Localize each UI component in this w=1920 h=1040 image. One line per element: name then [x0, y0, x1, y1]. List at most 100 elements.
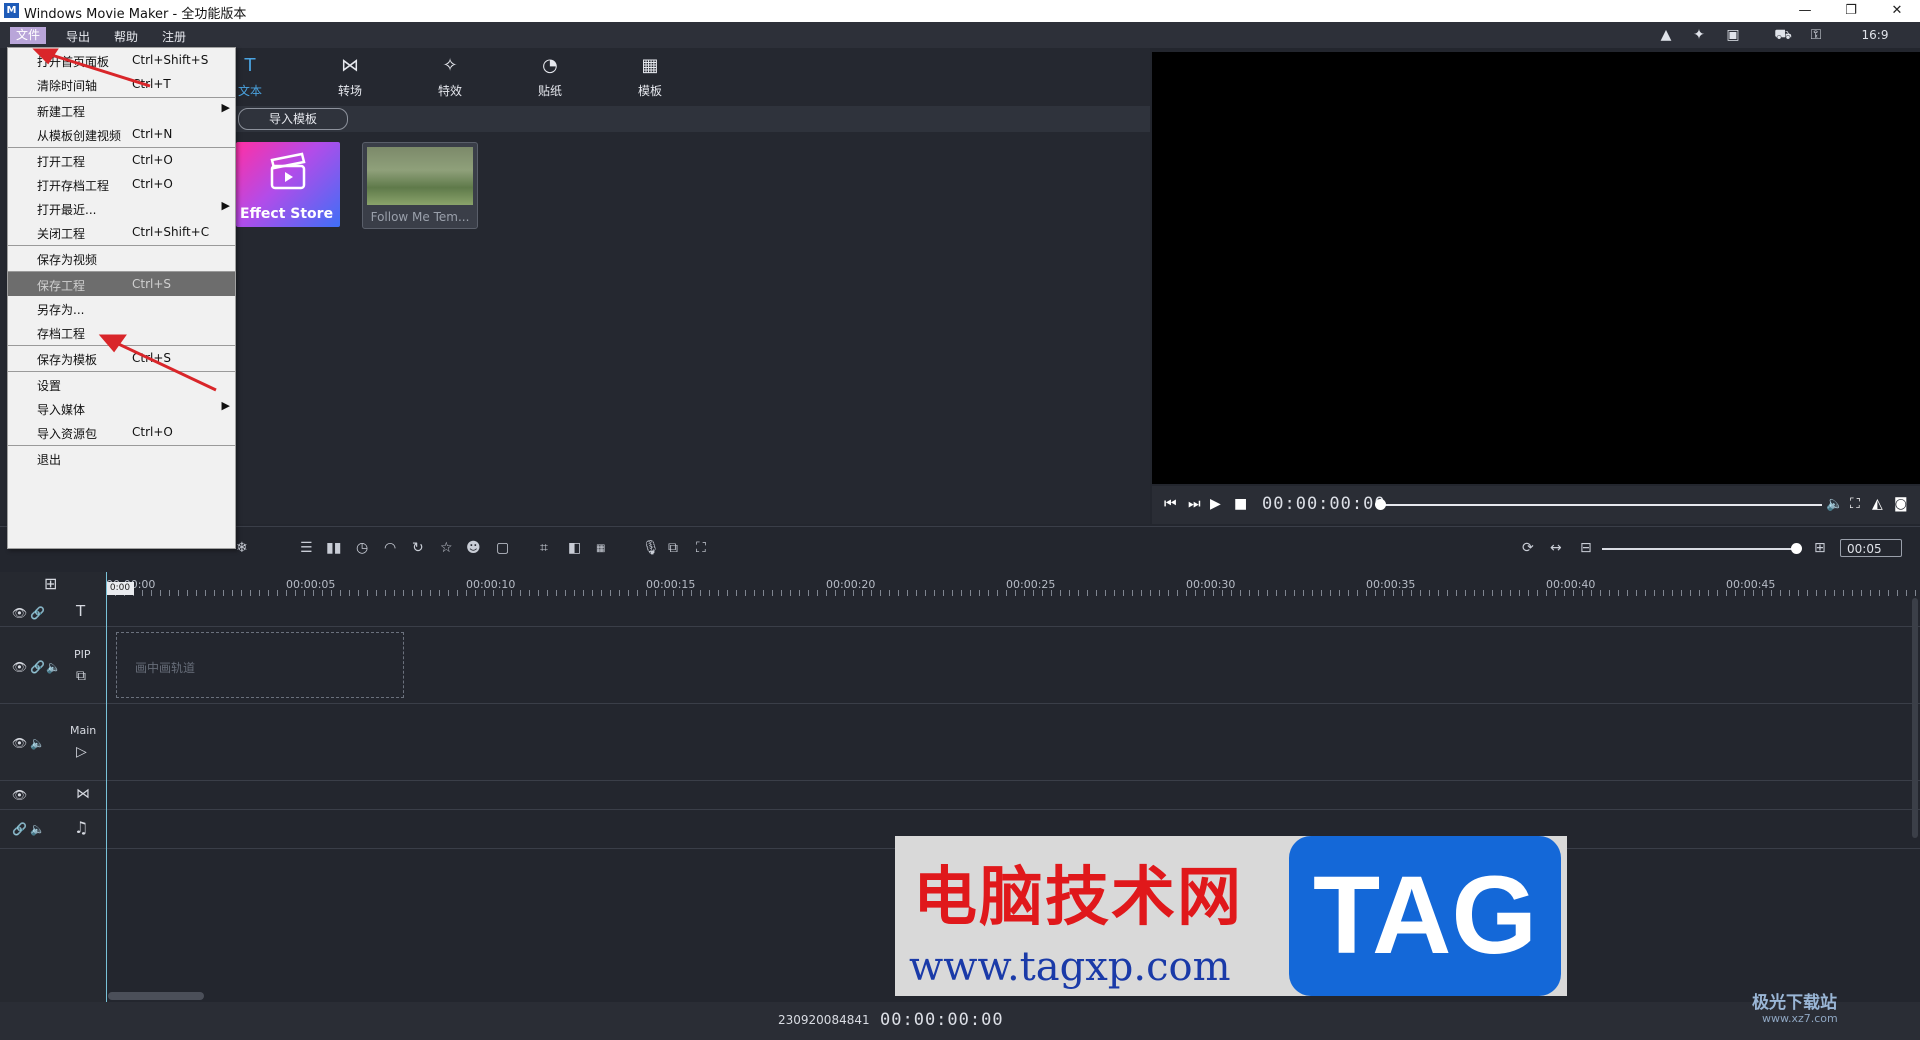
- stop-icon[interactable]: ■: [1234, 496, 1247, 512]
- watermark-site2: 极光下载站: [1752, 993, 1837, 1013]
- menu-open-recent[interactable]: 打开最近... ▶: [8, 196, 235, 220]
- menu-file[interactable]: 文件: [10, 27, 47, 44]
- zoom-value-field[interactable]: 00:05: [1840, 539, 1902, 557]
- tab-effects[interactable]: ✧ 特效: [420, 54, 480, 99]
- zoom-slider-knob[interactable]: [1791, 543, 1802, 554]
- camera-icon[interactable]: ⧉: [668, 540, 678, 556]
- status-timecode: 00:00:00:00: [880, 1010, 1004, 1030]
- preview-progress-knob[interactable]: [1375, 499, 1386, 510]
- list-icon[interactable]: ☰: [300, 540, 313, 556]
- mosaic-icon[interactable]: ▦: [596, 543, 605, 554]
- menu-archive-project[interactable]: 存档工程: [8, 320, 235, 344]
- menu-item-label: 新建工程: [37, 105, 86, 119]
- cart-icon[interactable]: ⛟: [1772, 26, 1794, 44]
- speaker-icon[interactable]: 🔈: [30, 822, 45, 836]
- tab-label: 模板: [637, 84, 662, 98]
- window-title: Windows Movie Maker - 全功能版本: [24, 7, 247, 22]
- freeze-icon[interactable]: ❄: [236, 540, 248, 556]
- star-icon[interactable]: ✦: [1688, 26, 1710, 44]
- speed-icon[interactable]: ◷: [356, 540, 368, 556]
- zoom-slider-track[interactable]: [1602, 548, 1794, 550]
- eye-icon[interactable]: 👁: [12, 788, 27, 802]
- pip-icon[interactable]: ◧: [568, 540, 581, 556]
- maximize-button[interactable]: ❐: [1828, 0, 1874, 22]
- menu-register[interactable]: 注册: [162, 28, 186, 45]
- menu-save-as[interactable]: 另存为...: [8, 296, 235, 320]
- menu-item-label: 打开存档工程: [37, 179, 110, 193]
- key-icon[interactable]: ⚿: [1805, 26, 1827, 44]
- speaker-icon[interactable]: 🔈: [30, 736, 45, 750]
- speaker-icon[interactable]: 🔈: [46, 660, 61, 674]
- menu-help[interactable]: 帮助: [114, 28, 138, 45]
- ruler-tick-label: 00:00:30: [1186, 578, 1236, 591]
- menu-save-project[interactable]: 保存工程 Ctrl+S: [8, 272, 235, 296]
- menu-save-as-video[interactable]: 保存为视频: [8, 246, 235, 270]
- link-icon[interactable]: 🔗: [30, 606, 45, 620]
- horizontal-scrollbar[interactable]: [108, 992, 204, 1000]
- menu-new-project[interactable]: 新建工程 ▶: [8, 98, 235, 122]
- skip-back-icon[interactable]: ⏮: [1164, 496, 1177, 512]
- save-icon[interactable]: ▣: [1722, 26, 1744, 44]
- menu-import-resource-pack[interactable]: 导入资源包 Ctrl+O: [8, 420, 235, 444]
- fullscreen-icon[interactable]: ⛶: [1850, 496, 1860, 512]
- preview-timecode: 00:00:00:00: [1262, 494, 1386, 514]
- minimize-button[interactable]: —: [1782, 0, 1828, 22]
- effects-icon: ✧: [442, 55, 458, 76]
- menu-item-shortcut: Ctrl+Shift+S: [132, 53, 209, 67]
- menu-close-project[interactable]: 关闭工程 Ctrl+Shift+C: [8, 220, 235, 244]
- ratio-icon[interactable]: 16:9: [1858, 26, 1892, 44]
- menu-export[interactable]: 导出: [66, 28, 90, 45]
- close-button[interactable]: ✕: [1874, 0, 1920, 22]
- rotate-icon[interactable]: ↻: [412, 540, 424, 556]
- effect-store-tile[interactable]: Effect Store: [236, 142, 340, 227]
- effect-icon[interactable]: ☆: [440, 540, 453, 556]
- person-icon[interactable]: ☻: [466, 540, 481, 556]
- zoom-out-icon[interactable]: ⊟: [1580, 540, 1592, 556]
- play-icon[interactable]: ▶: [1210, 496, 1221, 512]
- refresh-icon[interactable]: ⟳: [1522, 540, 1534, 556]
- menu-open-archive[interactable]: 打开存档工程 Ctrl+O: [8, 172, 235, 196]
- arc-icon[interactable]: ◠: [384, 540, 396, 556]
- link-icon[interactable]: 🔗: [12, 822, 27, 836]
- crop-icon[interactable]: ⌗: [540, 540, 548, 556]
- menu-clear-timeline[interactable]: 清除时间轴 Ctrl+T: [8, 72, 235, 96]
- menu-open-project[interactable]: 打开工程 Ctrl+O: [8, 148, 235, 172]
- playhead-marker[interactable]: 0:00: [106, 582, 134, 595]
- menu-save-as-template[interactable]: 保存为模板 Ctrl+S: [8, 346, 235, 370]
- menu-exit[interactable]: 退出: [8, 446, 235, 470]
- menu-open-home-panel[interactable]: 打开首页面板 Ctrl+Shift+S: [8, 48, 235, 72]
- menu-item-label: 打开首页面板: [37, 55, 110, 69]
- split-icon[interactable]: ▮▮: [326, 540, 341, 556]
- ruler-tick-label: 00:00:15: [646, 578, 696, 591]
- menu-item-shortcut: Ctrl+T: [132, 77, 171, 91]
- box-icon[interactable]: ▢: [496, 540, 509, 556]
- link-icon[interactable]: 🔗: [30, 660, 45, 674]
- snapshot-icon[interactable]: ◙: [1894, 496, 1908, 512]
- tab-transition[interactable]: ⋈ 转场: [320, 54, 380, 99]
- share-icon[interactable]: ▲: [1655, 26, 1677, 44]
- tab-templates[interactable]: ▦ 模板: [620, 54, 680, 99]
- eye-icon[interactable]: 👁: [12, 660, 27, 674]
- pip-drop-zone[interactable]: 画中画轨道: [116, 632, 404, 698]
- vertical-scrollbar[interactable]: [1912, 598, 1918, 838]
- mic-icon[interactable]: 🎙: [642, 540, 660, 556]
- menu-create-from-template[interactable]: 从模板创建视频 Ctrl+N: [8, 122, 235, 146]
- template-thumbnail: [367, 147, 473, 205]
- follow-me-template-tile[interactable]: Follow Me Tem...: [362, 142, 478, 229]
- step-forward-icon[interactable]: ⏭: [1188, 496, 1201, 512]
- volume-icon[interactable]: 🔈: [1826, 496, 1843, 512]
- screen-record-icon[interactable]: ⛶: [696, 540, 706, 556]
- preview-progress-track[interactable]: [1380, 504, 1822, 506]
- menu-settings[interactable]: 设置: [8, 372, 235, 396]
- eye-icon[interactable]: 👁: [12, 736, 27, 750]
- eye-icon[interactable]: 👁: [12, 606, 27, 620]
- playhead-line[interactable]: [106, 572, 107, 1002]
- add-track-icon[interactable]: ⊞: [44, 574, 57, 593]
- fit-width-icon[interactable]: ↔: [1550, 540, 1562, 556]
- tab-stickers[interactable]: ◔ 贴纸: [520, 54, 580, 99]
- import-template-button[interactable]: 导入模板: [238, 108, 348, 130]
- menu-item-shortcut: Ctrl+N: [132, 127, 173, 141]
- zoom-in-icon[interactable]: ⊞: [1814, 540, 1826, 556]
- menu-import-media[interactable]: 导入媒体 ▶: [8, 396, 235, 420]
- color-fill-icon[interactable]: ◭: [1872, 496, 1883, 512]
